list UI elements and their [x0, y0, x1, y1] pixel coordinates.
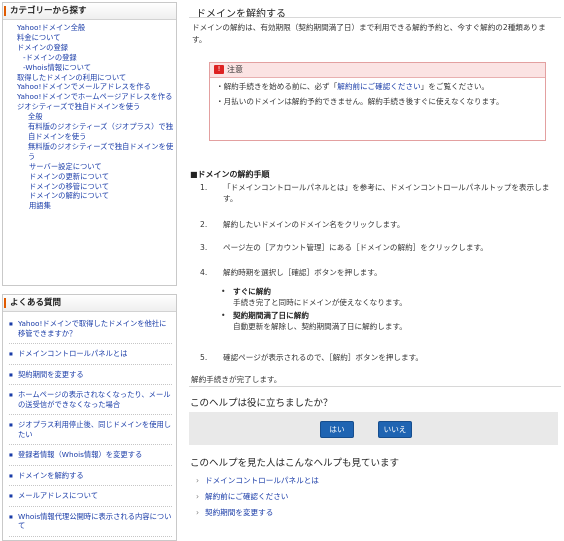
related-item[interactable]: ドメインコントロールパネルとは: [196, 475, 319, 491]
faq-item[interactable]: 契約期間を変更する: [9, 365, 172, 385]
warning-body: ・解約手続きを始める前に、必ず「解約前にご確認ください」をご覧ください。 ・月払…: [210, 78, 545, 112]
intro-text: ドメインの解約は、有効期限（契約期間満了日）まで利用できる解約予約と、今すぐ解約…: [192, 23, 546, 44]
category-subitem[interactable]: 有料版のジオシティーズ（ジオプラス）で独自ドメインを使う: [3, 122, 176, 142]
bullet-icon: •: [221, 287, 226, 296]
faq-box: よくある質問 Yahoo!ドメインで取得したドメインを他社に移管できますか？ ド…: [2, 294, 177, 541]
category-item[interactable]: Yahoo!ドメインでホームページアドレスを作る: [3, 92, 176, 102]
category-subitem[interactable]: -Whois情報について: [3, 63, 176, 73]
category-item[interactable]: ジオシティーズで独自ドメインを使う: [3, 102, 176, 112]
option-immediate: • すぐに解約 手続き完了と同時にドメインが使えなくなります。: [221, 287, 407, 307]
related-title: このヘルプを見た人はこんなヘルプも見ています: [190, 458, 400, 469]
category-box-title: カテゴリーから探す: [3, 3, 176, 20]
faq-item[interactable]: メールアドレスについて: [9, 486, 172, 507]
related-item[interactable]: 解約前にご確認ください: [196, 491, 319, 507]
category-item[interactable]: Yahoo!ドメインでメールアドレスを作る: [3, 82, 176, 92]
yes-button[interactable]: はい: [320, 421, 354, 438]
faq-item[interactable]: ドメインを解約する: [9, 466, 172, 486]
category-item[interactable]: 料金について: [3, 33, 176, 43]
feedback-question: このヘルプは役に立ちましたか？: [190, 398, 333, 409]
section-divider: [189, 386, 561, 387]
category-item[interactable]: Yahoo!ドメイン全般: [3, 23, 176, 33]
faq-item[interactable]: 登録者情報（Whois情報）を変更する: [9, 445, 172, 466]
bullet-icon: •: [221, 311, 226, 320]
category-item[interactable]: ドメインの移管について: [3, 182, 176, 192]
completion-text: 解約手続きが完了します。: [191, 375, 282, 384]
category-item[interactable]: 取得したドメインの利用について: [3, 73, 176, 83]
option-expiry: • 契約期間満了日に解約 自動更新を解除し、契約期間満了日に解約します。: [221, 311, 407, 331]
title-divider: [189, 17, 561, 18]
feedback-box: はい いいえ: [189, 412, 558, 445]
faq-item[interactable]: Whois情報代理公開時に表示される内容について: [9, 507, 172, 537]
pre-cancel-check-link[interactable]: 解約前にご確認ください: [337, 82, 420, 91]
category-item[interactable]: サーバー設定について: [3, 162, 176, 172]
warning-line-2: ・月払いのドメインは解約予約できません。解約手続き後すぐに使えなくなります。: [216, 96, 504, 106]
category-item[interactable]: ドメインの解約について: [3, 191, 176, 201]
faq-item[interactable]: Yahoo!ドメインで取得したドメインを他社に移管できますか？: [9, 314, 172, 344]
procedure-title: ■ドメインの解約手順: [190, 170, 270, 179]
faq-box-title: よくある質問: [3, 295, 176, 312]
main-content: ドメインを解約する ドメインの解約は、有効期限（契約期間満了日）まで利用できる解…: [189, 0, 561, 533]
related-item[interactable]: 契約期間を変更する: [196, 507, 319, 523]
warning-line-1: ・解約手続きを始める前に、必ず「解約前にご確認ください」をご覧ください。: [216, 82, 490, 91]
warning-icon: !: [214, 65, 224, 74]
sidebar: カテゴリーから探す Yahoo!ドメイン全般 料金について ドメインの登録 -ド…: [0, 0, 178, 541]
category-subitem[interactable]: -ドメインの登録: [3, 53, 176, 63]
related-list: ドメインコントロールパネルとは 解約前にご確認ください 契約期間を変更する: [196, 475, 319, 523]
warning-box: ! 注意 ・解約手続きを始める前に、必ず「解約前にご確認ください」をご覧ください。…: [209, 62, 546, 141]
category-box: カテゴリーから探す Yahoo!ドメイン全般 料金について ドメインの登録 -ド…: [2, 2, 177, 286]
faq-item[interactable]: ホームページの表示されなくなったり、メールの送受信ができなくなった場合: [9, 385, 172, 415]
category-subitem[interactable]: 全般: [3, 112, 176, 122]
faq-item[interactable]: ジオプラス利用停止後、同じドメインを使用したい: [9, 415, 172, 445]
category-subitem[interactable]: 無料版のジオシティーズで独自ドメインを使う: [3, 142, 176, 162]
faq-item[interactable]: ドメインコントロールパネルとは: [9, 344, 172, 365]
warning-label: 注意: [227, 65, 243, 74]
no-button[interactable]: いいえ: [378, 421, 412, 438]
category-item[interactable]: ドメインの更新について: [3, 172, 176, 182]
faq-list: Yahoo!ドメインで取得したドメインを他社に移管できますか？ ドメインコントロ…: [3, 312, 176, 537]
category-list: Yahoo!ドメイン全般 料金について ドメインの登録 -ドメインの登録 -Wh…: [3, 20, 176, 211]
warning-header: ! 注意: [210, 63, 545, 78]
category-item[interactable]: ドメインの登録: [3, 43, 176, 53]
category-item[interactable]: 用語集: [3, 201, 176, 211]
